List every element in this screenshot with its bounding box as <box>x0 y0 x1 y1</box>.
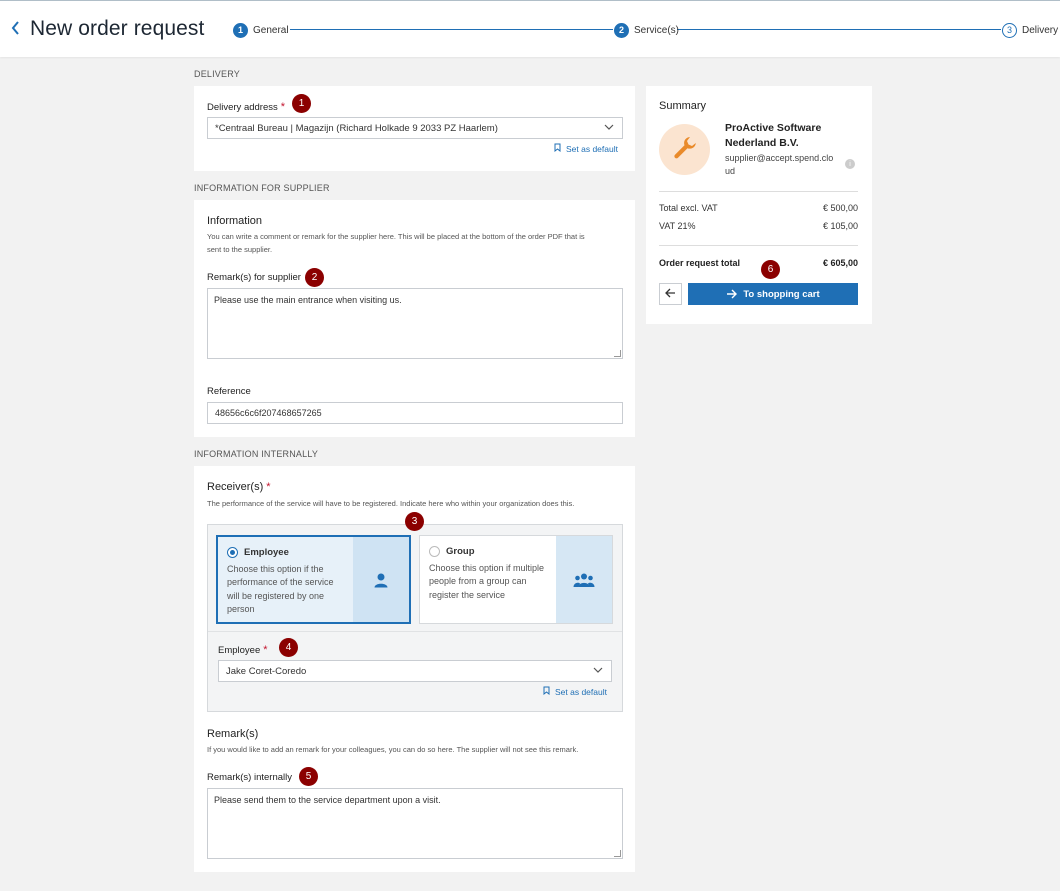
section-label-delivery: DELIVERY <box>194 69 240 79</box>
set-as-default-link[interactable]: Set as default <box>554 143 618 154</box>
supplier-name-line: Nederland B.V. <box>725 137 799 149</box>
set-as-default-link[interactable]: Set as default <box>543 686 607 697</box>
radio-employee[interactable] <box>227 547 238 558</box>
total-excl-vat-value: € 500,00 <box>822 203 858 213</box>
supplier-email-line: ud <box>725 166 736 176</box>
delivery-address-label: Delivery address * <box>207 101 285 113</box>
delivery-address-value: *Centraal Bureau | Magazijn (Richard Hol… <box>215 122 498 134</box>
required-mark: * <box>263 644 268 656</box>
remarks-internal-label: Remark(s) internally <box>207 772 292 783</box>
wrench-icon <box>672 135 698 164</box>
set-as-default-text: Set as default <box>566 143 618 154</box>
option-title: Employee <box>244 547 289 558</box>
callout-badge-1: 1 <box>292 94 311 113</box>
radio-group[interactable] <box>429 546 440 557</box>
supplier-name: ProActive Software Nederland B.V. <box>725 121 821 151</box>
required-mark: * <box>280 101 286 113</box>
remarks-supplier-label: Remark(s) for supplier <box>207 272 301 283</box>
arrow-left-icon <box>665 288 676 301</box>
step-general[interactable]: 1 General <box>233 21 289 39</box>
section-label-internal: INFORMATION INTERNALLY <box>194 449 319 459</box>
callout-badge-4: 4 <box>279 638 298 657</box>
receivers-heading: Receiver(s) * <box>207 481 271 493</box>
information-help-text: You can write a comment or remark for th… <box>207 230 585 256</box>
receiver-options-box: Employee Choose this option if the perfo… <box>207 524 623 712</box>
information-heading: Information <box>207 215 263 227</box>
previous-button[interactable] <box>659 283 682 305</box>
callout-badge-2: 2 <box>305 268 324 287</box>
callout-badge-5: 5 <box>299 767 318 786</box>
receivers-heading-text: Receiver(s) <box>207 481 264 493</box>
supplier-name-line: ProActive Software <box>725 122 822 134</box>
employee-value: Jake Coret-Coredo <box>226 665 307 677</box>
step-delivery[interactable]: 3 Delivery <box>1002 21 1058 39</box>
arrow-right-icon <box>726 289 738 299</box>
vat-label: VAT 21% <box>659 221 696 231</box>
order-total-label: Order request total <box>659 258 741 268</box>
stepper: 1 General 2 Service(s) 3 Delivery <box>233 21 1060 39</box>
required-mark: * <box>266 481 271 493</box>
remarks-internal-textarea[interactable]: Please send them to the service departme… <box>207 788 623 859</box>
divider <box>208 631 622 632</box>
remarks-help-text: If you would like to add an remark for y… <box>207 745 579 754</box>
remarks-supplier-value: Please use the main entrance when visiti… <box>214 295 402 305</box>
step-label: Delivery <box>1022 24 1059 36</box>
step-label: General <box>253 24 289 36</box>
help-line: sent to the supplier. <box>207 245 273 254</box>
remarks-internal-value: Please send them to the service departme… <box>214 795 441 805</box>
callout-badge-3: 3 <box>405 512 424 531</box>
employee-label: Employee * <box>218 644 268 656</box>
order-total-value: € 605,00 <box>822 258 858 268</box>
section-label-supplier: INFORMATION FOR SUPPLIER <box>194 183 330 193</box>
step-number: 2 <box>614 22 629 38</box>
chevron-down-icon <box>604 122 614 135</box>
summary-title: Summary <box>659 100 707 112</box>
supplier-email-line: supplier@accept.spend.clo <box>725 153 834 163</box>
top-bar: New order request 1 General 2 Service(s)… <box>0 0 1060 57</box>
option-title: Group <box>446 546 475 557</box>
to-shopping-cart-button[interactable]: To shopping cart <box>688 283 858 305</box>
chevron-down-icon <box>593 665 603 678</box>
group-icon <box>556 536 612 623</box>
step-number: 1 <box>233 22 248 38</box>
employee-select[interactable]: Jake Coret-Coredo <box>218 660 612 682</box>
supplier-email: supplier@accept.spend.clo ud <box>725 152 840 178</box>
supplier-avatar <box>659 124 710 175</box>
vat-value: € 105,00 <box>822 221 858 231</box>
employee-label-text: Employee <box>218 645 261 656</box>
receivers-help-text: The performance of the service will have… <box>207 499 575 508</box>
receiver-option-group[interactable]: Group Choose this option if multiple peo… <box>419 535 613 624</box>
total-excl-vat-label: Total excl. VAT <box>659 203 718 213</box>
callout-badge-6: 6 <box>761 260 780 279</box>
remarks-heading: Remark(s) <box>207 728 259 740</box>
divider <box>659 245 858 246</box>
bookmark-icon <box>554 143 561 154</box>
help-line: You can write a comment or remark for th… <box>207 232 585 241</box>
receiver-option-employee[interactable]: Employee Choose this option if the perfo… <box>216 535 411 624</box>
person-icon <box>353 537 409 622</box>
option-description: Choose this option if the performance of… <box>227 564 334 614</box>
divider <box>659 191 858 192</box>
step-connector <box>677 29 1001 30</box>
delivery-address-label-text: Delivery address <box>207 102 278 113</box>
reference-label: Reference <box>207 386 251 397</box>
step-connector <box>290 29 613 30</box>
resize-handle[interactable] <box>614 850 621 857</box>
set-as-default-text: Set as default <box>555 686 607 697</box>
resize-handle[interactable] <box>614 350 621 357</box>
delivery-address-select[interactable]: *Centraal Bureau | Magazijn (Richard Hol… <box>207 117 623 139</box>
to-shopping-cart-label: To shopping cart <box>743 288 820 300</box>
step-number: 3 <box>1002 22 1017 38</box>
option-description: Choose this option if multiple people fr… <box>429 563 545 600</box>
reference-input[interactable]: 48656c6c6f207468657265 <box>207 402 623 424</box>
info-icon[interactable]: i <box>845 159 855 169</box>
back-chevron-icon[interactable] <box>10 20 24 38</box>
remarks-supplier-textarea[interactable]: Please use the main entrance when visiti… <box>207 288 623 359</box>
step-services[interactable]: 2 Service(s) <box>614 21 679 39</box>
step-label: Service(s) <box>634 24 680 36</box>
page-title: New order request <box>30 17 205 40</box>
bookmark-icon <box>543 686 550 697</box>
